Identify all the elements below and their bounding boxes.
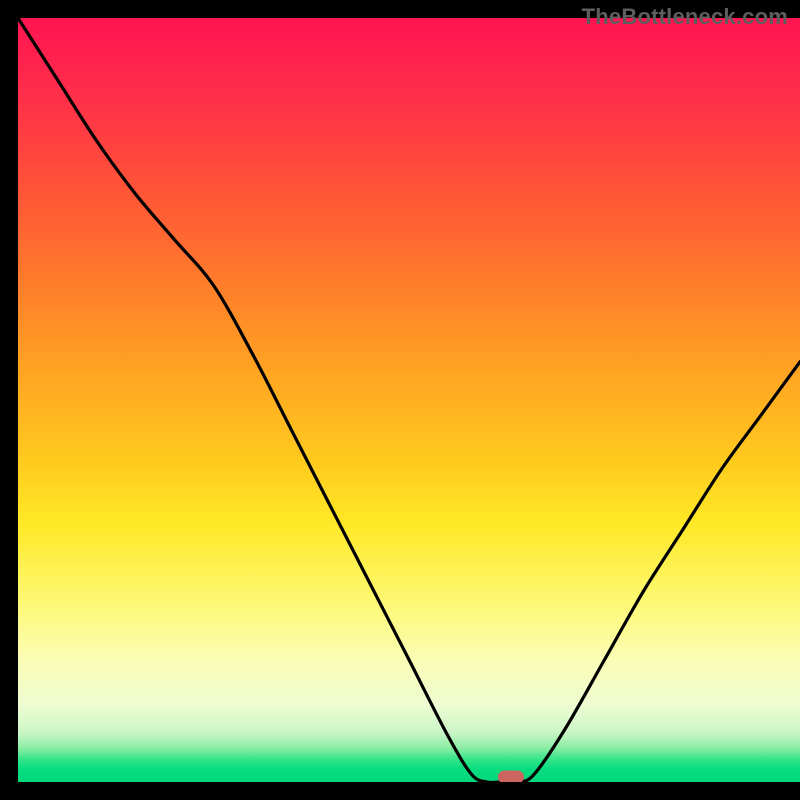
bottleneck-curve	[18, 18, 800, 782]
chart-frame: TheBottleneck.com	[0, 0, 800, 800]
optimal-point-marker	[498, 771, 524, 783]
watermark-text: TheBottleneck.com	[582, 4, 788, 30]
plot-area	[18, 18, 800, 782]
curve-layer	[18, 18, 800, 782]
